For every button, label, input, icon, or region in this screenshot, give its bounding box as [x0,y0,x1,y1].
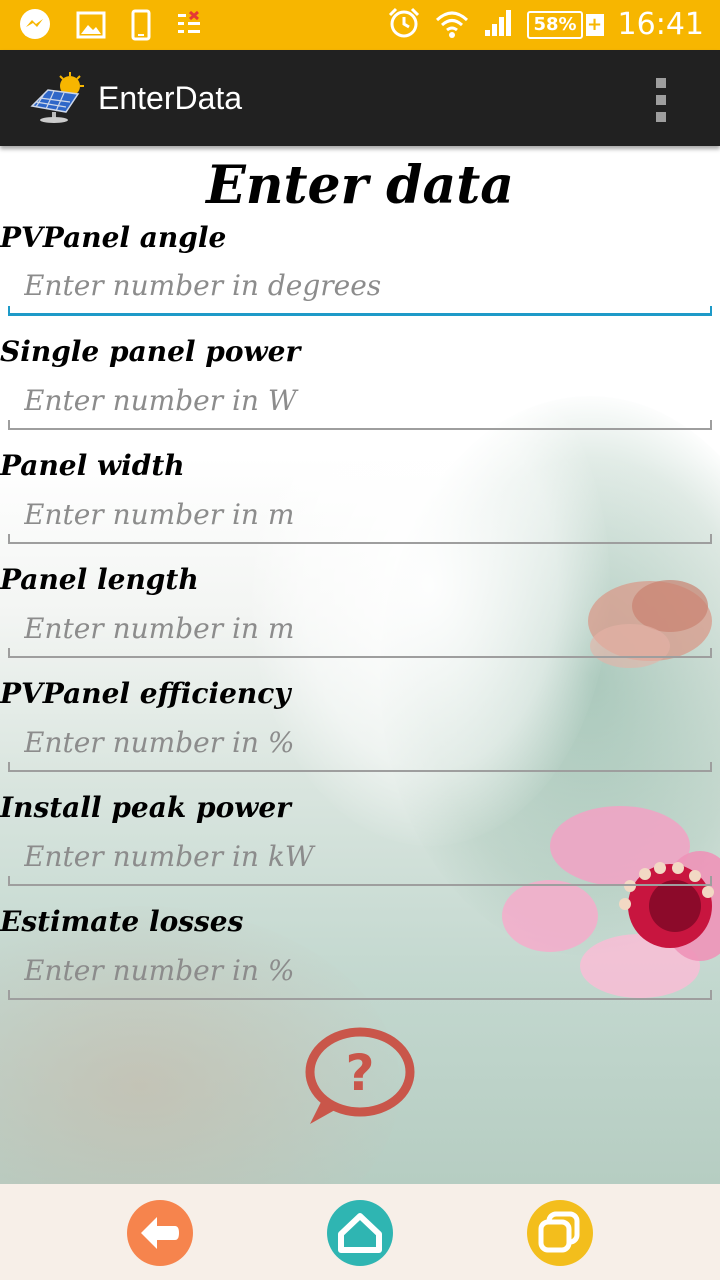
signal-icon [483,8,513,42]
field-label: Single panel power [0,335,301,368]
help-bubble-icon[interactable]: ? [302,1026,418,1130]
field-label: Panel width [0,449,185,482]
estimate-losses-input[interactable] [8,942,712,1000]
overflow-menu-icon[interactable] [656,78,670,122]
help-glyph: ? [345,1044,374,1102]
back-icon [141,1217,179,1249]
app-title: EnterData [98,80,243,116]
field-label: Install peak power [0,791,291,824]
battery-percent: 58% [527,11,583,39]
field-label: PVPanel angle [0,221,227,254]
home-icon [338,1213,382,1253]
solar-panel-icon [26,72,86,128]
home-button[interactable] [327,1200,393,1266]
phone-icon [130,9,152,45]
messenger-icon [18,8,52,46]
app-bar: EnterData [0,50,720,146]
wifi-icon [435,8,469,42]
pvpanel-efficiency-input[interactable] [8,714,712,772]
clock: 16:41 [617,7,704,42]
form-area: Enter data PVPanel angle Single panel po… [0,146,720,1184]
panel-length-input[interactable] [8,600,712,658]
recent-apps-button[interactable] [527,1200,593,1266]
panel-width-input[interactable] [8,486,712,544]
field-label: Panel length [0,563,199,596]
alarm-icon [387,6,421,44]
page-title: Enter data [206,155,514,216]
bottom-nav-bar [0,1184,720,1280]
pvpanel-angle-input[interactable] [8,258,712,316]
field-label: Estimate losses [0,905,244,938]
single-panel-power-input[interactable] [8,372,712,430]
battery-icon: 58% + [527,11,604,39]
back-button[interactable] [127,1200,193,1266]
notes-icon [176,10,204,44]
recent-apps-icon [538,1211,580,1253]
gallery-icon [76,10,106,44]
charging-icon: + [585,14,604,36]
status-bar: 58% + 16:41 [0,0,720,50]
field-label: PVPanel efficiency [0,677,291,710]
install-peak-power-input[interactable] [8,828,712,886]
